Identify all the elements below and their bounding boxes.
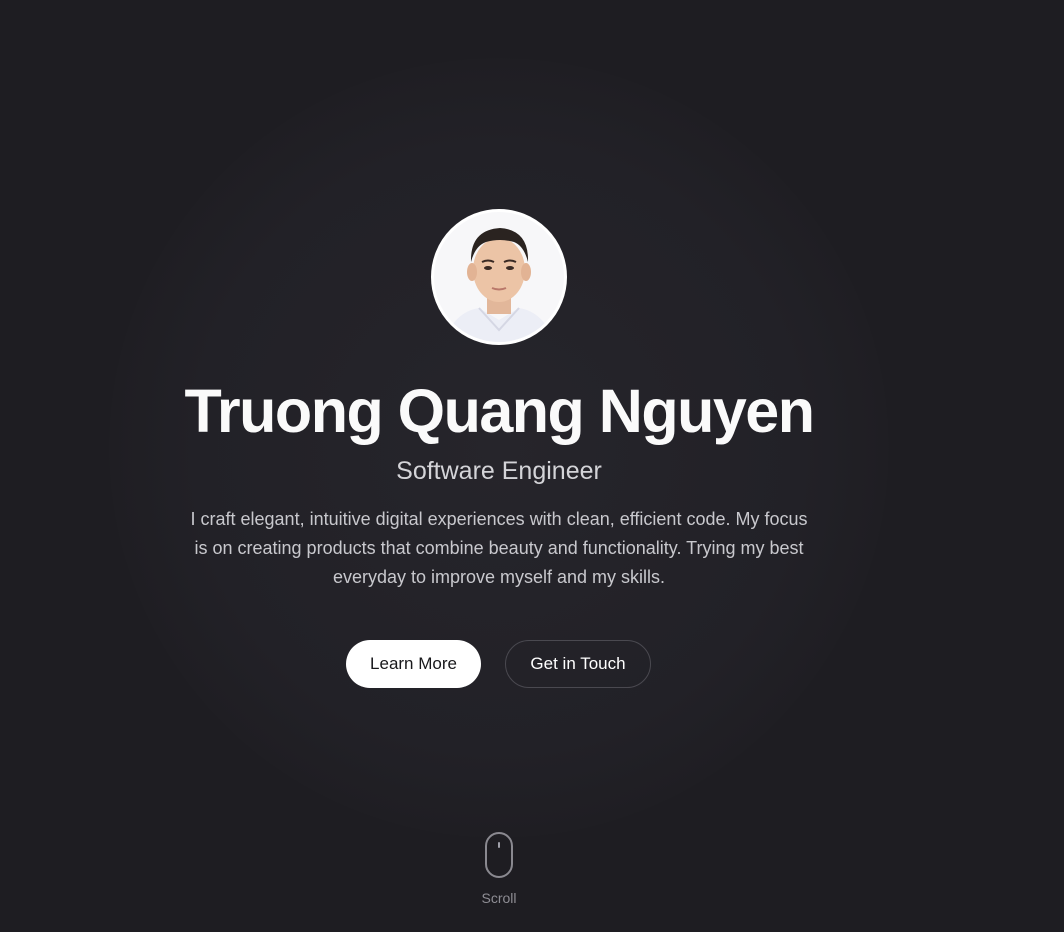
- profile-bio: I craft elegant, intuitive digital exper…: [190, 509, 808, 587]
- background-glow: [109, 58, 889, 838]
- hero-section: Truong Quang Nguyen Software Engineer I …: [0, 0, 1064, 932]
- profile-role: Software Engineer: [396, 457, 602, 485]
- profile-name: Truong Quang Nguyen: [184, 377, 815, 445]
- scroll-indicator[interactable]: Scroll: [469, 832, 529, 912]
- avatar: [431, 209, 567, 345]
- get-in-touch-button[interactable]: Get in Touch: [505, 640, 651, 688]
- mouse-icon: [485, 832, 513, 878]
- profile-photo-icon: [434, 212, 564, 342]
- scroll-label: Scroll: [481, 890, 517, 906]
- mouse-wheel: [498, 842, 500, 848]
- learn-more-button[interactable]: Learn More: [346, 640, 481, 688]
